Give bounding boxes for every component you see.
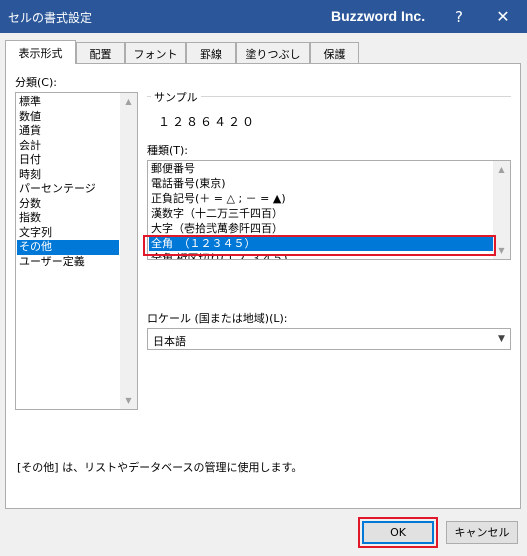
category-item[interactable]: 分数 (17, 197, 119, 212)
type-item[interactable]: 漢数字（十二万三千四百） (149, 206, 494, 221)
tab-fill[interactable]: 塗りつぶし (236, 42, 310, 63)
category-item[interactable]: 標準 (17, 95, 119, 110)
close-icon[interactable]: ✕ (487, 4, 519, 30)
category-item[interactable]: パーセンテージ (17, 182, 119, 197)
tab-font[interactable]: フォント (125, 42, 186, 63)
type-item[interactable]: 電話番号(東京) (149, 176, 494, 191)
category-list[interactable]: 標準 数値 通貨 会計 日付 時刻 パーセンテージ 分数 指数 文字列 その他 … (15, 92, 138, 410)
category-item[interactable]: ユーザー定義 (17, 255, 119, 270)
title-bar: セルの書式設定 Buzzword Inc. ? ✕ (0, 0, 527, 33)
brand-name: Buzzword Inc. (331, 8, 426, 24)
tab-border[interactable]: 罫線 (186, 42, 236, 63)
type-item[interactable]: 大字（壱拾弐萬参阡四百） (149, 221, 494, 236)
type-item-selected[interactable]: 全角 （１２３４５） (149, 236, 494, 251)
sample-group: サンプル １２８６４２０ (147, 89, 511, 138)
category-description: [その他] は、リストやデータベースの管理に使用します。 (17, 461, 303, 474)
category-item[interactable]: 文字列 (17, 226, 119, 241)
type-item[interactable]: 郵便番号 (149, 161, 494, 176)
scroll-up-icon[interactable]: ▲ (120, 93, 137, 110)
type-item[interactable]: 全角 桁区切り(１２,３４５) (149, 251, 494, 259)
scroll-down-icon[interactable]: ▼ (493, 242, 510, 259)
ok-button[interactable]: OK (362, 521, 434, 544)
locale-value: 日本語 (153, 335, 186, 348)
cancel-button[interactable]: キャンセル (446, 521, 518, 544)
type-item[interactable]: 正負記号(＋ = △ ; － = ▲) (149, 191, 494, 206)
type-list[interactable]: 郵便番号 電話番号(東京) 正負記号(＋ = △ ; － = ▲) 漢数字（十二… (147, 160, 511, 260)
category-item[interactable]: 時刻 (17, 168, 119, 183)
help-icon[interactable]: ? (445, 4, 473, 30)
tab-protection[interactable]: 保護 (310, 42, 359, 63)
locale-dropdown[interactable]: 日本語 ▼ (147, 328, 511, 350)
category-item[interactable]: 日付 (17, 153, 119, 168)
type-scrollbar[interactable]: ▲ ▼ (493, 161, 510, 259)
tab-number-format[interactable]: 表示形式 (5, 40, 76, 64)
format-cells-dialog: 表示形式 配置 フォント 罫線 塗りつぶし 保護 分類(C): 標準 数値 通貨… (0, 33, 527, 556)
scroll-down-icon[interactable]: ▼ (120, 392, 137, 409)
category-scrollbar[interactable]: ▲ ▼ (120, 93, 137, 409)
number-format-page: 分類(C): 標準 数値 通貨 会計 日付 時刻 パーセンテージ 分数 指数 文… (5, 63, 521, 509)
chevron-down-icon[interactable]: ▼ (493, 329, 510, 349)
type-label: 種類(T): (147, 144, 189, 157)
sample-label: サンプル (151, 89, 201, 105)
category-item[interactable]: 会計 (17, 139, 119, 154)
dialog-title: セルの書式設定 (8, 11, 93, 25)
category-item[interactable]: 数値 (17, 110, 119, 125)
locale-label: ロケール (国または地域)(L): (147, 312, 288, 325)
category-item-selected[interactable]: その他 (17, 240, 119, 255)
scroll-up-icon[interactable]: ▲ (493, 161, 510, 178)
category-item[interactable]: 指数 (17, 211, 119, 226)
category-label: 分類(C): (15, 76, 57, 89)
tab-alignment[interactable]: 配置 (76, 42, 125, 63)
category-item[interactable]: 通貨 (17, 124, 119, 139)
sample-value: １２８６４２０ (158, 115, 257, 129)
